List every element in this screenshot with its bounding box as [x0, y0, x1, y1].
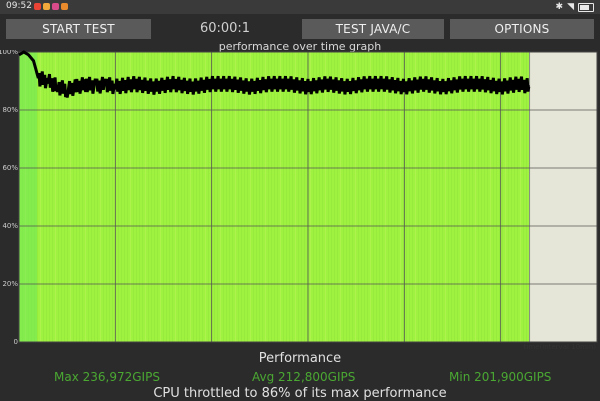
notification-icon [43, 3, 50, 10]
start-test-button[interactable]: START TEST [6, 19, 151, 39]
notification-icon [52, 3, 59, 10]
time-axis-label: time(interval 10min) [524, 343, 597, 351]
status-bar: 09:52 ✱ ◥ [0, 0, 600, 14]
y-tick-label: 100% [0, 50, 18, 56]
y-tick-label: 20% [2, 280, 18, 288]
system-icons: ✱ ◥ [556, 2, 594, 12]
notification-icon [34, 3, 41, 10]
max-performance: Max 236,972GIPS [54, 370, 160, 384]
timer-display: 60:00:1 [199, 21, 251, 36]
notification-icon [61, 3, 68, 10]
performance-bars [19, 52, 531, 342]
notification-icons [34, 3, 68, 10]
battery-icon [578, 2, 594, 12]
avg-performance: Avg 212,800GIPS [252, 370, 356, 384]
performance-title: Performance [258, 351, 342, 366]
status-time: 09:52 [6, 1, 32, 11]
test-java-c-button[interactable]: TEST JAVA/C [302, 19, 444, 39]
min-performance: Min 201,900GIPS [449, 370, 552, 384]
wifi-icon: ◥ [567, 2, 574, 12]
y-tick-label: 0 [14, 338, 18, 346]
bluetooth-icon: ✱ [555, 2, 564, 12]
throttle-status: CPU throttled to 86% of its max performa… [153, 386, 447, 401]
y-tick-label: 80% [2, 106, 18, 114]
options-button[interactable]: OPTIONS [450, 19, 594, 39]
y-tick-label: 60% [2, 164, 18, 172]
performance-graph: 100% 80% 60% 40% 20% 0 time(interval 10min) [0, 50, 598, 351]
y-tick-label: 40% [2, 222, 18, 230]
